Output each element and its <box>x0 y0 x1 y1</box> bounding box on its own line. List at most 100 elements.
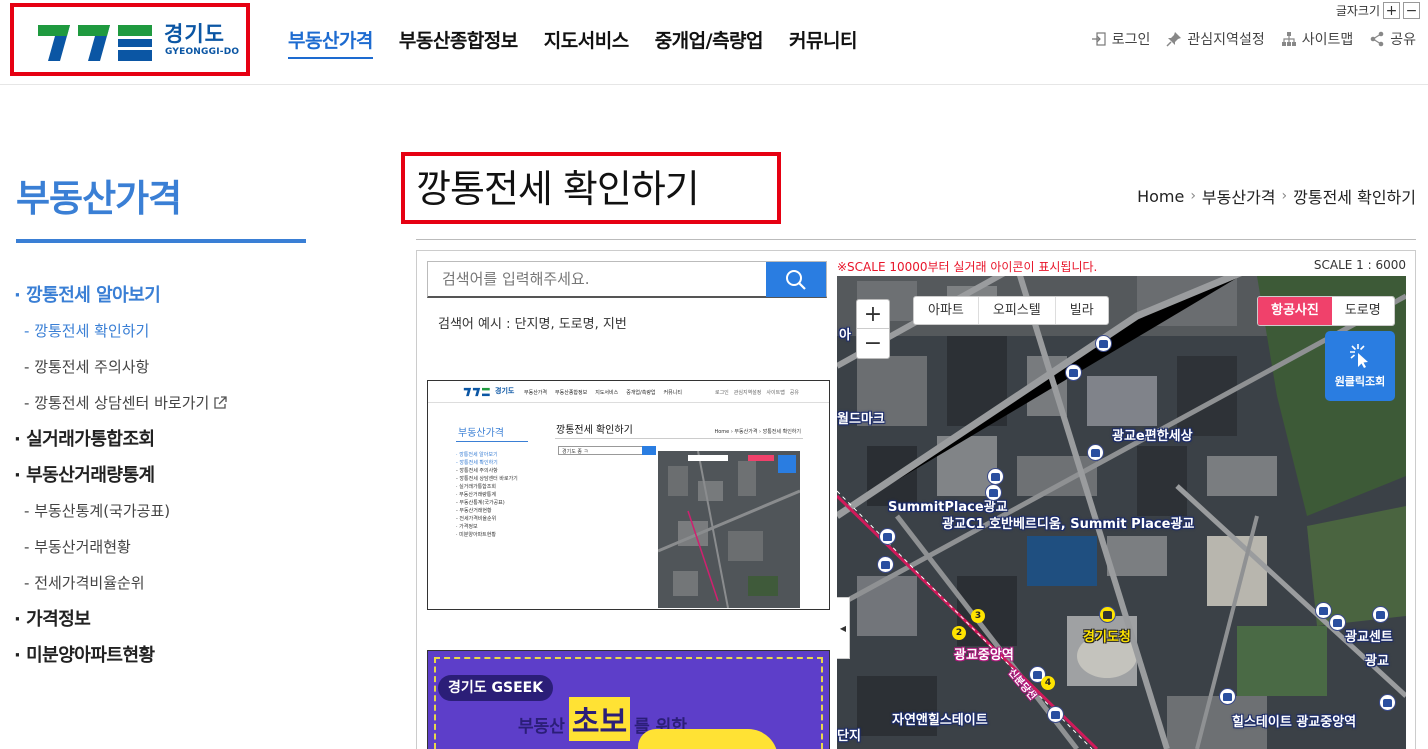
utility-menu: 로그인 관심지역설정 사이트맵 공유 <box>1091 29 1416 49</box>
station-number-badge: 3 <box>971 609 985 623</box>
apartment-pin-icon[interactable] <box>1315 602 1332 619</box>
map-label: 아 <box>839 328 851 343</box>
gnb-item-real-estate-price[interactable]: 부동산가격 <box>288 26 373 59</box>
apartment-pin-icon[interactable] <box>985 484 1002 501</box>
gseek-banner[interactable]: 경기도 GSEEK 부동산 초보 를 위한 <box>427 650 830 749</box>
guide-nav-item: 중개업/측량업 <box>626 390 656 396</box>
sidebar-item-national-stats[interactable]: - 부동산통계(국가공표) <box>14 500 314 536</box>
map-label: 월드마크 <box>837 412 885 427</box>
station-number-badge: 2 <box>952 626 966 640</box>
sitemap-icon <box>1281 32 1296 46</box>
apartment-pin-icon[interactable] <box>1219 688 1236 705</box>
apartment-pin-icon[interactable] <box>879 528 896 545</box>
sidebar-item-jeonse-ratio[interactable]: - 전세가격비율순위 <box>14 572 314 608</box>
guide-breadcrumb: Home › 부동산가격 › 깡통전세 확인하기 <box>714 429 801 435</box>
tab-apartment[interactable]: 아파트 <box>914 297 979 324</box>
zoom-in-button[interactable]: + <box>857 300 889 329</box>
guide-nav-item: 지도서비스 <box>595 390 619 396</box>
government-office-icon[interactable] <box>1099 606 1116 623</box>
guide-side-underline <box>456 441 528 442</box>
breadcrumb-home[interactable]: Home <box>1137 187 1184 206</box>
panel-collapse-button[interactable]: ◀ <box>837 597 850 659</box>
apartment-pin-icon[interactable] <box>1047 706 1064 723</box>
login-icon <box>1091 32 1106 46</box>
sitemap-link[interactable]: 사이트맵 <box>1281 29 1354 49</box>
tab-villa[interactable]: 빌라 <box>1056 297 1108 324</box>
search-box <box>427 261 827 298</box>
apartment-pin-icon[interactable] <box>1087 444 1104 461</box>
gnb-item-map-service[interactable]: 지도서비스 <box>544 26 629 59</box>
aerial-map[interactable]: 월드마크 광교e편한세상 SummitPlace광교 광교C1 호반베르디움, … <box>837 276 1406 749</box>
gnb-item-real-estate-info[interactable]: 부동산종합정보 <box>399 26 518 59</box>
apartment-pin-icon[interactable] <box>987 468 1004 485</box>
guide-util-item: 로그인 <box>714 390 729 396</box>
guide-side-item: · 실거래가통합조회 <box>456 484 496 490</box>
share-icon <box>1370 31 1384 47</box>
guide-util-item: 사이트맵 <box>766 390 785 396</box>
search-button[interactable] <box>766 262 826 297</box>
guide-util: 로그인 관심지역설정 사이트맵 공유 <box>715 389 799 396</box>
apartment-pin-icon[interactable] <box>1095 335 1112 352</box>
banner-yellow-shape <box>638 729 778 749</box>
apartment-pin-icon[interactable] <box>1329 614 1346 631</box>
sitemap-label: 사이트맵 <box>1301 32 1354 48</box>
guide-map <box>658 451 800 608</box>
tab-aerial-photo[interactable]: 항공사진 <box>1258 297 1332 325</box>
font-size-decrease-button[interactable]: − <box>1403 2 1420 19</box>
guide-side-item: - 깡통전세 확인하기 <box>456 460 498 466</box>
font-size-label: 글자크기 <box>1335 4 1380 18</box>
apartment-pin-icon[interactable] <box>877 556 894 573</box>
logo-subtext: GYEONGGI-DO <box>165 47 240 57</box>
guide-side-item: - 깡통전세 상담센터 바로가기 <box>456 476 518 482</box>
guide-side-item: - 부동산통계(국가공표) <box>456 500 505 506</box>
guide-util-item: 공유 <box>789 390 799 396</box>
map-zoom-control: + − <box>856 299 890 359</box>
tab-road-name[interactable]: 도로명 <box>1331 297 1394 325</box>
cursor-click-icon <box>1350 344 1368 368</box>
search-input[interactable] <box>428 262 766 296</box>
interest-area-link[interactable]: 관심지역설정 <box>1166 29 1265 49</box>
login-link[interactable]: 로그인 <box>1091 29 1150 49</box>
map-label-gyeonggi-office: 경기도청 <box>1083 630 1131 645</box>
map-label: 광교센트 <box>1345 630 1393 645</box>
map-scale-notice: ※SCALE 10000부터 실거래 아이콘이 표시됩니다. <box>837 260 1098 274</box>
apartment-pin-icon[interactable] <box>1379 694 1396 711</box>
guide-nav-item: 부동산종합정보 <box>555 390 588 396</box>
banner-headline-part: 부동산 <box>518 717 565 737</box>
guide-search: 경기도 종 ㅋ <box>558 446 656 455</box>
logo-link[interactable]: 경기도 GYEONGGI-DO <box>10 3 250 76</box>
sidebar-item-unsold-apartments[interactable]: · 미분양아파트현황 <box>14 644 314 680</box>
guide-side-item: - 전세가격비율순위 <box>456 516 497 522</box>
guide-screenshot: 경기도 부동산가격 부동산종합정보 지도서비스 중개업/측량업 커뮤니티 로그인… <box>427 380 830 610</box>
share-link[interactable]: 공유 <box>1369 29 1416 49</box>
sidebar-item-jeonse-caution[interactable]: - 깡통전세 주의사항 <box>14 356 314 392</box>
map-scale-readout: SCALE 1 : 6000 <box>1313 258 1406 272</box>
font-size-increase-button[interactable]: + <box>1383 2 1400 19</box>
gnb-item-brokerage[interactable]: 중개업/측량업 <box>655 26 764 59</box>
apartment-pin-icon[interactable] <box>1372 606 1389 623</box>
map-label: 자연앤힐스테이트 <box>892 713 988 728</box>
sidebar-item-volume-stats[interactable]: · 부동산거래량통계 <box>14 464 314 500</box>
property-type-tabs: 아파트 오피스텔 빌라 <box>913 296 1109 325</box>
one-click-search-label: 원클릭조회 <box>1334 375 1386 388</box>
guide-search-button <box>642 446 656 455</box>
gnb-item-community[interactable]: 커뮤니티 <box>789 26 857 59</box>
sidebar-menu: · 깡통전세 알아보기 - 깡통전세 확인하기 - 깡통전세 주의사항 - 깡통… <box>14 284 314 680</box>
map-view-tabs: 항공사진 도로명 <box>1257 296 1395 326</box>
gyeonggi-logo-icon <box>38 25 152 61</box>
guide-divider <box>555 438 803 439</box>
breadcrumb-category[interactable]: 부동산가격 <box>1202 184 1276 208</box>
sidebar-item-jeonse-info[interactable]: · 깡통전세 알아보기 <box>14 284 314 320</box>
guide-logo-text: 경기도 <box>495 387 515 395</box>
apartment-pin-icon[interactable] <box>1065 364 1082 381</box>
sidebar-item-price-info[interactable]: · 가격정보 <box>14 608 314 644</box>
sidebar-item-transaction-search[interactable]: · 실거래가통합조회 <box>14 428 314 464</box>
tab-officetel[interactable]: 오피스텔 <box>979 297 1056 324</box>
zoom-out-button[interactable]: − <box>857 329 889 358</box>
interest-area-label: 관심지역설정 <box>1187 32 1265 48</box>
sidebar-item-transaction-status[interactable]: - 부동산거래현황 <box>14 536 314 572</box>
one-click-search-button[interactable]: 원클릭조회 <box>1325 331 1395 401</box>
sidebar-item-jeonse-check[interactable]: - 깡통전세 확인하기 <box>14 320 314 356</box>
station-number-badge: 4 <box>1041 676 1055 690</box>
sidebar-item-jeonse-counsel[interactable]: - 깡통전세 상담센터 바로가기 <box>14 392 314 428</box>
